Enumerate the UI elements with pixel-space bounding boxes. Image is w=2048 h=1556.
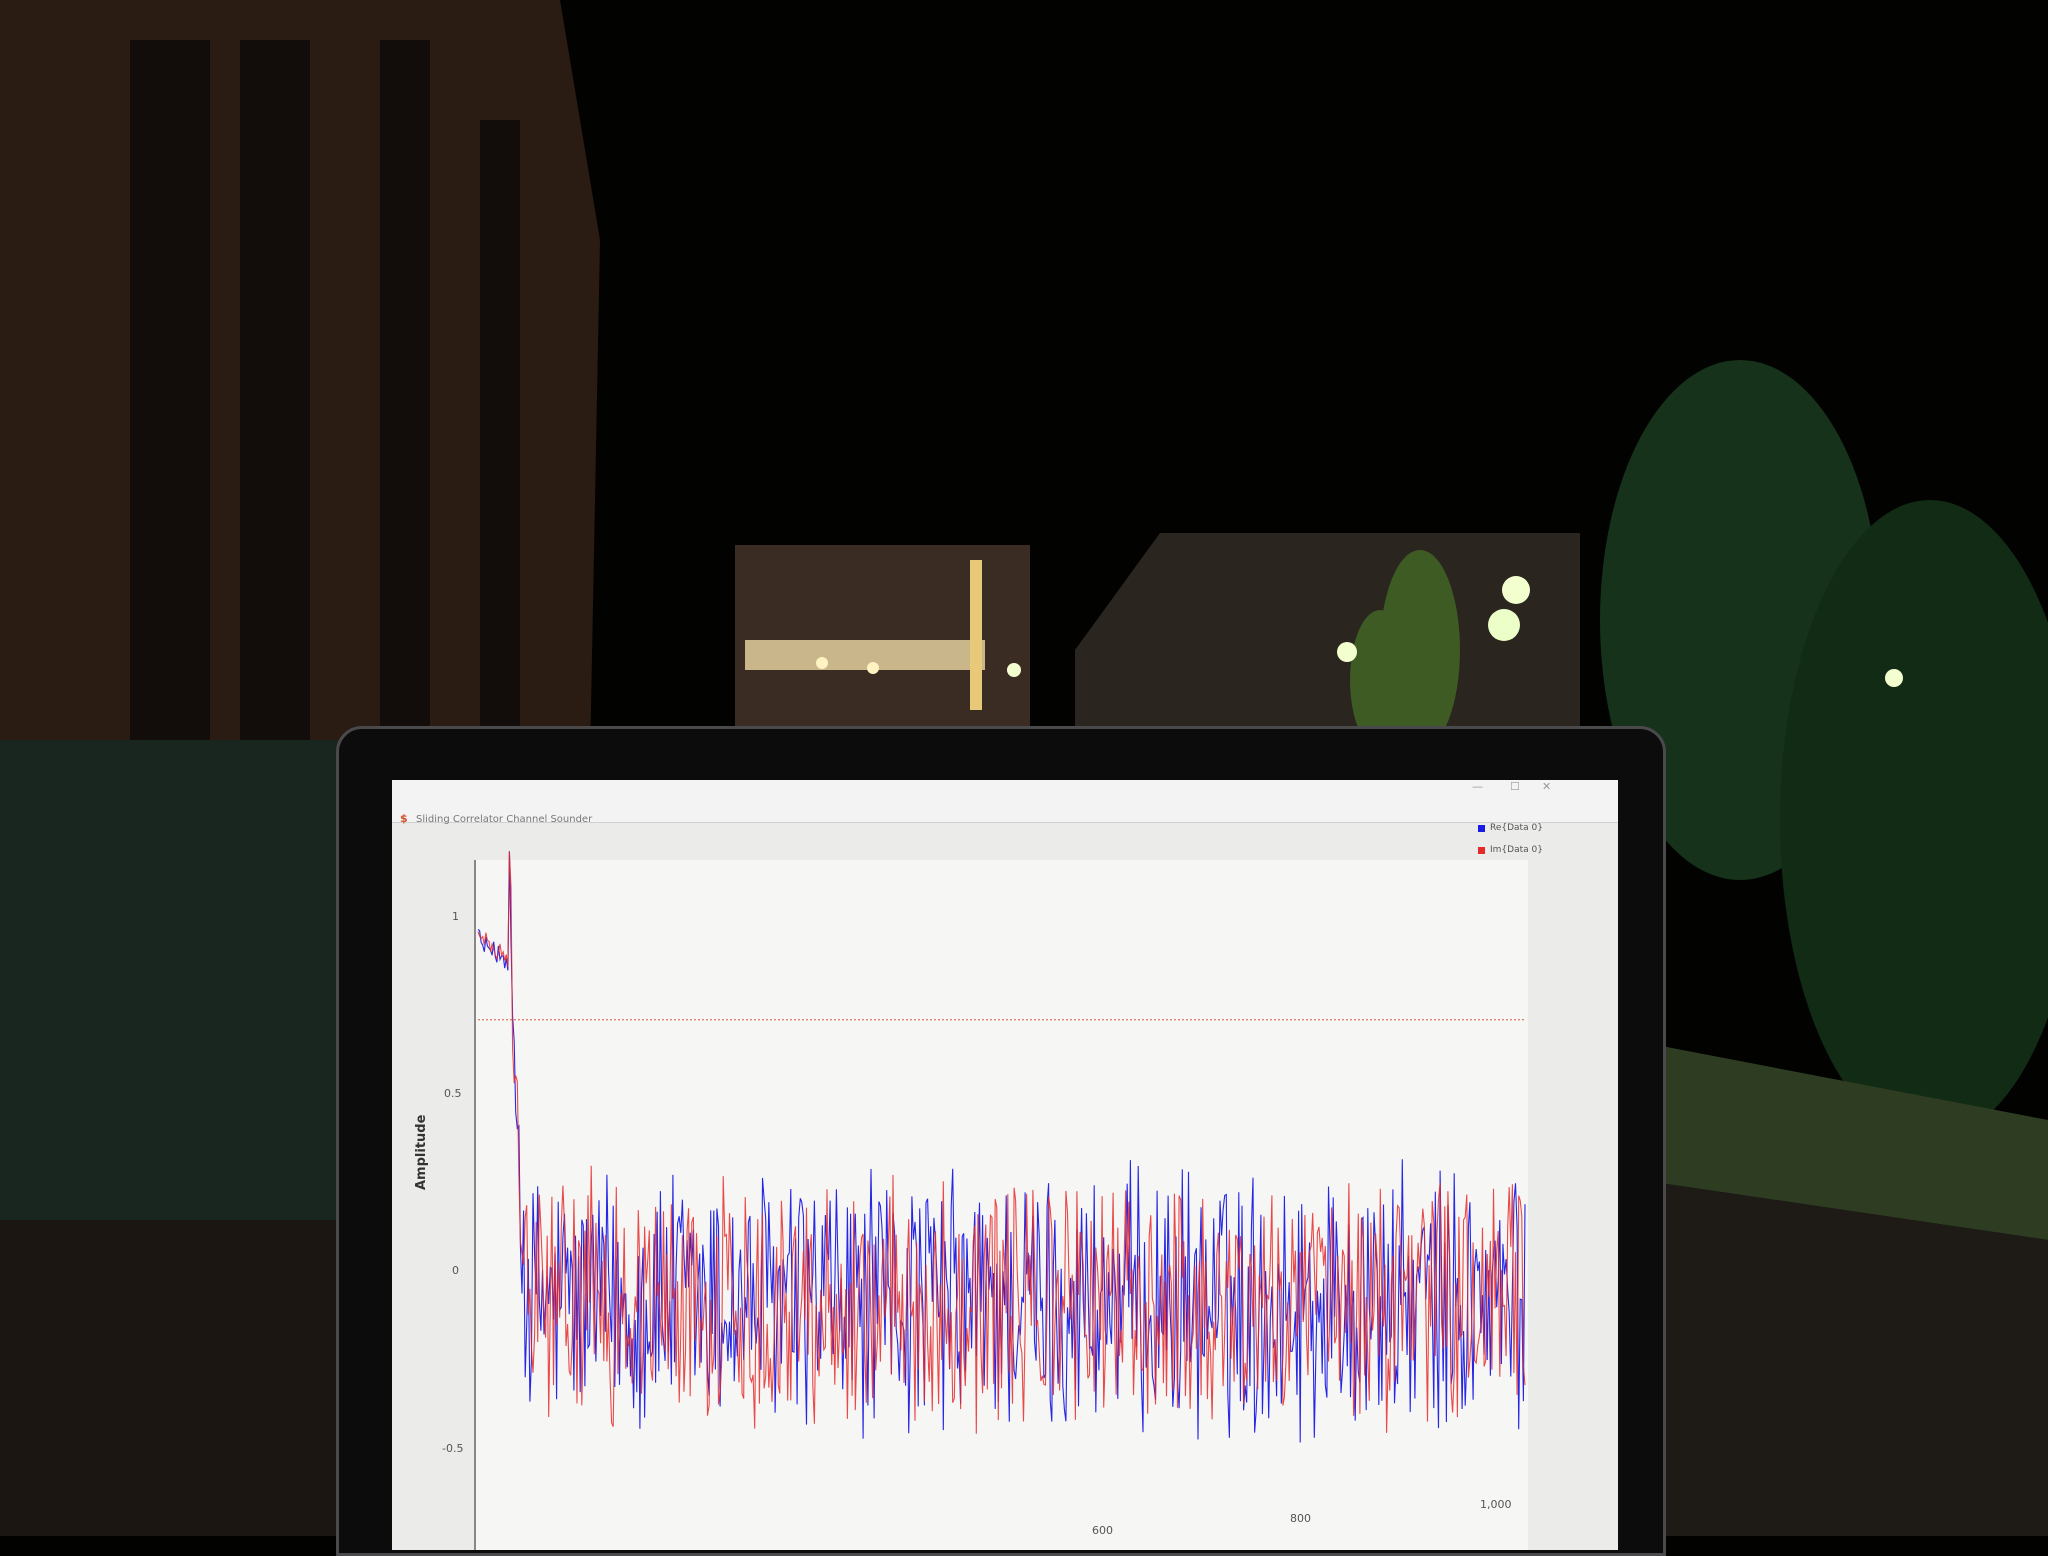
street-lamp <box>1502 576 1530 604</box>
chart-canvas <box>477 851 1526 1443</box>
street-lamp <box>1337 642 1357 662</box>
green-utility-box <box>0 740 340 1220</box>
laptop-screen: $ Sliding Correlator Channel Sounder — ☐… <box>392 780 1618 1550</box>
street-lamp <box>1885 669 1903 687</box>
sidewalk <box>1640 1180 2048 1536</box>
street-lamp <box>1007 663 1021 677</box>
street-lamp <box>1488 609 1520 641</box>
